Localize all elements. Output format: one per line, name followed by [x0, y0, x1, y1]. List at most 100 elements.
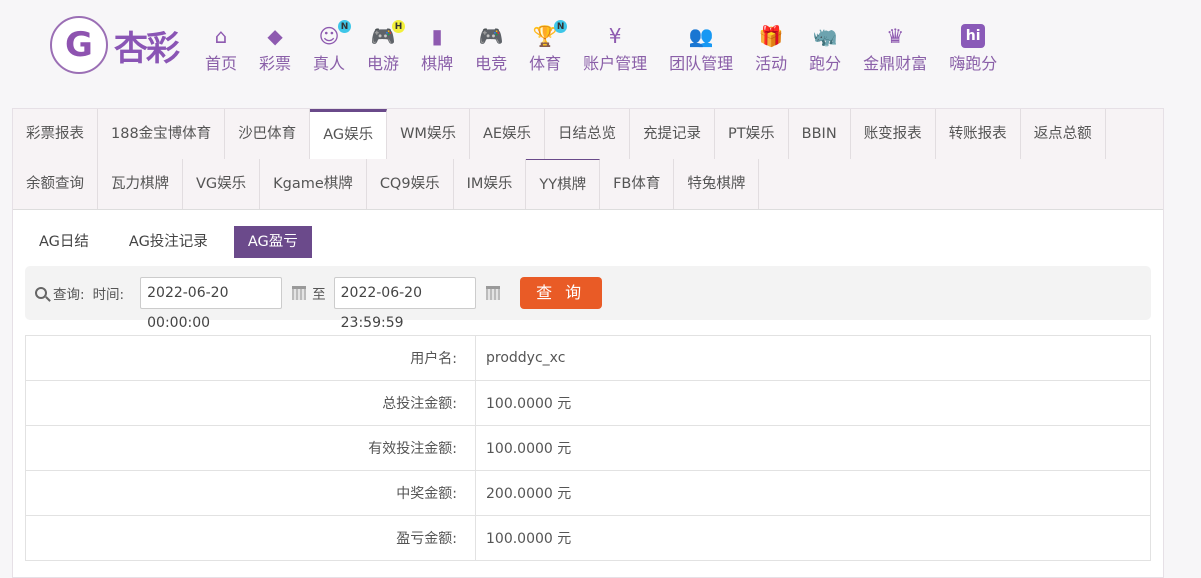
rhino-icon: 🦏	[812, 24, 838, 48]
row-value: 100.0000 元	[475, 380, 1151, 426]
tab[interactable]: FB体育	[600, 159, 675, 209]
row-label: 总投注金额:	[25, 380, 476, 426]
query-bar: 查询: 时间: 2022-06-20 00:00:00 至 2022-06-20…	[25, 266, 1151, 331]
table-row: 总投注金额: 100.0000 元	[25, 380, 1151, 426]
logo[interactable]: G 杏彩	[50, 16, 180, 74]
gamepad-icon: 🎮	[478, 24, 504, 48]
nav-item[interactable]: 🎁 活动	[755, 24, 787, 74]
nav-label: 跑分	[809, 54, 842, 73]
tab[interactable]: 特兔棋牌	[674, 159, 760, 209]
query-label: 查询:	[53, 287, 85, 303]
tab[interactable]: CQ9娱乐	[367, 159, 454, 209]
nav-item[interactable]: 👥 团队管理	[669, 24, 733, 74]
logo-mark: G	[50, 16, 108, 74]
row-label: 有效投注金额:	[25, 425, 476, 471]
sub-tab[interactable]: AG盈亏	[233, 226, 312, 258]
sub-tab[interactable]: AG日结	[25, 226, 103, 258]
tab[interactable]: 188金宝博体育	[98, 109, 226, 159]
gamepad-icon: 🎮 H	[371, 20, 406, 48]
tab[interactable]: 充提记录	[630, 109, 716, 159]
cards-icon: ▮	[431, 24, 443, 48]
nav-label: 真人	[313, 54, 346, 73]
to-label: 至	[312, 287, 326, 303]
sub-tab[interactable]: AG投注记录	[115, 226, 222, 258]
calendar-icon[interactable]	[292, 286, 307, 300]
row-value: 100.0000 元	[475, 515, 1151, 561]
team-icon: 👥	[688, 24, 714, 48]
tab[interactable]: Kgame棋牌	[260, 159, 367, 209]
badge: H	[392, 20, 406, 33]
nav-item[interactable]: 🦏 跑分	[809, 24, 841, 74]
nav-label: 电游	[367, 54, 400, 73]
tab[interactable]: 账变报表	[851, 109, 936, 159]
report-tabs: 彩票报表 188金宝博体育 沙巴体育 AG娱乐 WM娱乐 AE娱乐 日结总览 充提记录 PT娱乐…	[13, 109, 1163, 210]
nav-item[interactable]: ⌂ 首页	[205, 24, 237, 74]
nav-label: 团队管理	[669, 54, 734, 73]
table-row: 用户名: proddyc_xc	[25, 335, 1151, 381]
main-nav: ⌂ 首页 ◆ 彩票 ☺ N 真人 🎮 H 电游 ▮ 棋牌 🎮 电竞 🏆 N 体育 ¥ 账户管理 👥 团队管理 🎁 活动 🦏 跑分…	[205, 20, 1019, 74]
search-icon	[35, 287, 47, 299]
table-row: 有效投注金额: 100.0000 元	[25, 425, 1151, 471]
tab[interactable]: 日结总览	[545, 109, 631, 159]
ticket-icon: ◆	[267, 24, 283, 48]
tab[interactable]: YY棋牌	[526, 159, 601, 209]
trophy-icon: 🏆 N	[533, 20, 568, 48]
row-label: 中奖金额:	[25, 470, 476, 516]
nav-label: 金鼎财富	[863, 54, 928, 73]
badge: N	[338, 20, 352, 33]
row-label: 用户名:	[25, 335, 476, 381]
nav-label: 彩票	[259, 54, 292, 73]
nav-label: 账户管理	[583, 54, 648, 73]
start-time-input[interactable]: 2022-06-20 00:00:00	[140, 277, 283, 331]
badge: N	[554, 20, 568, 33]
tab[interactable]: IM娱乐	[454, 159, 527, 209]
summary-table: 用户名: proddyc_xc 总投注金额: 100.0000 元有效投注金额: 100…	[25, 335, 1151, 561]
throne-icon: ♛	[886, 24, 905, 48]
nav-label: 电竞	[475, 54, 508, 73]
end-time-input[interactable]: 2022-06-20 23:59:59	[333, 277, 476, 331]
nav-item[interactable]: ☺ N 真人	[313, 20, 352, 74]
tab[interactable]: 转账报表	[936, 109, 1021, 159]
tab[interactable]: AG娱乐	[310, 109, 388, 159]
tab[interactable]: 瓦力棋牌	[98, 159, 183, 209]
nav-label: 活动	[755, 54, 788, 73]
tab-row-2: 余额查询 瓦力棋牌 VG娱乐 Kgame棋牌 CQ9娱乐 IM娱乐 YY棋牌 FB体育 特兔棋牌	[13, 159, 1163, 209]
calendar-icon[interactable]	[485, 286, 500, 300]
tab[interactable]: 返点总额	[1021, 109, 1106, 159]
row-label: 盈亏金额:	[25, 515, 476, 561]
nav-item[interactable]: 🎮 电竞	[475, 24, 507, 74]
tab[interactable]: BBIN	[789, 109, 851, 159]
nav-label: 体育	[529, 54, 562, 73]
yen-icon: ¥	[608, 24, 622, 48]
home-icon: ⌂	[214, 24, 228, 48]
tab[interactable]: 沙巴体育	[225, 109, 311, 159]
nav-item[interactable]: hi 嗨跑分	[949, 24, 997, 74]
tab[interactable]: WM娱乐	[387, 109, 470, 159]
header: G 杏彩 ⌂ 首页 ◆ 彩票 ☺ N 真人 🎮 H 电游 ▮ 棋牌 🎮 电竞 🏆 N 体育 ¥ 账户管理 👥 团队管理 🎁…	[0, 0, 1201, 105]
row-value: 100.0000 元	[475, 425, 1151, 471]
logo-text: 杏彩	[114, 28, 180, 69]
tab[interactable]: 彩票报表	[13, 109, 98, 159]
nav-item[interactable]: 🎮 H 电游	[367, 20, 406, 74]
tab[interactable]: AE娱乐	[470, 109, 546, 159]
nav-item[interactable]: ◆ 彩票	[259, 24, 291, 74]
row-value: 200.0000 元	[475, 470, 1151, 516]
tab[interactable]: 余额查询	[13, 159, 98, 209]
hi-icon: hi	[961, 24, 986, 48]
nav-label: 嗨跑分	[949, 54, 998, 73]
nav-item[interactable]: ¥ 账户管理	[583, 24, 647, 74]
sub-tabs: AG日结 AG投注记录 AG盈亏	[25, 226, 1163, 258]
dealer-icon: ☺ N	[317, 20, 352, 48]
main-panel: 彩票报表 188金宝博体育 沙巴体育 AG娱乐 WM娱乐 AE娱乐 日结总览 充提记录 PT娱乐…	[12, 108, 1164, 578]
tab-row-1: 彩票报表 188金宝博体育 沙巴体育 AG娱乐 WM娱乐 AE娱乐 日结总览 充提记录 PT娱乐…	[13, 109, 1163, 159]
nav-label: 棋牌	[421, 54, 454, 73]
gift-icon: 🎁	[758, 24, 784, 48]
tab[interactable]: PT娱乐	[715, 109, 789, 159]
table-row: 盈亏金额: 100.0000 元	[25, 515, 1151, 561]
nav-item[interactable]: 🏆 N 体育	[529, 20, 568, 74]
nav-item[interactable]: ▮ 棋牌	[421, 24, 453, 74]
query-button[interactable]: 查 询	[519, 277, 602, 309]
tab[interactable]: VG娱乐	[183, 159, 261, 209]
time-label: 时间:	[92, 287, 125, 303]
nav-item[interactable]: ♛ 金鼎财富	[863, 24, 927, 74]
